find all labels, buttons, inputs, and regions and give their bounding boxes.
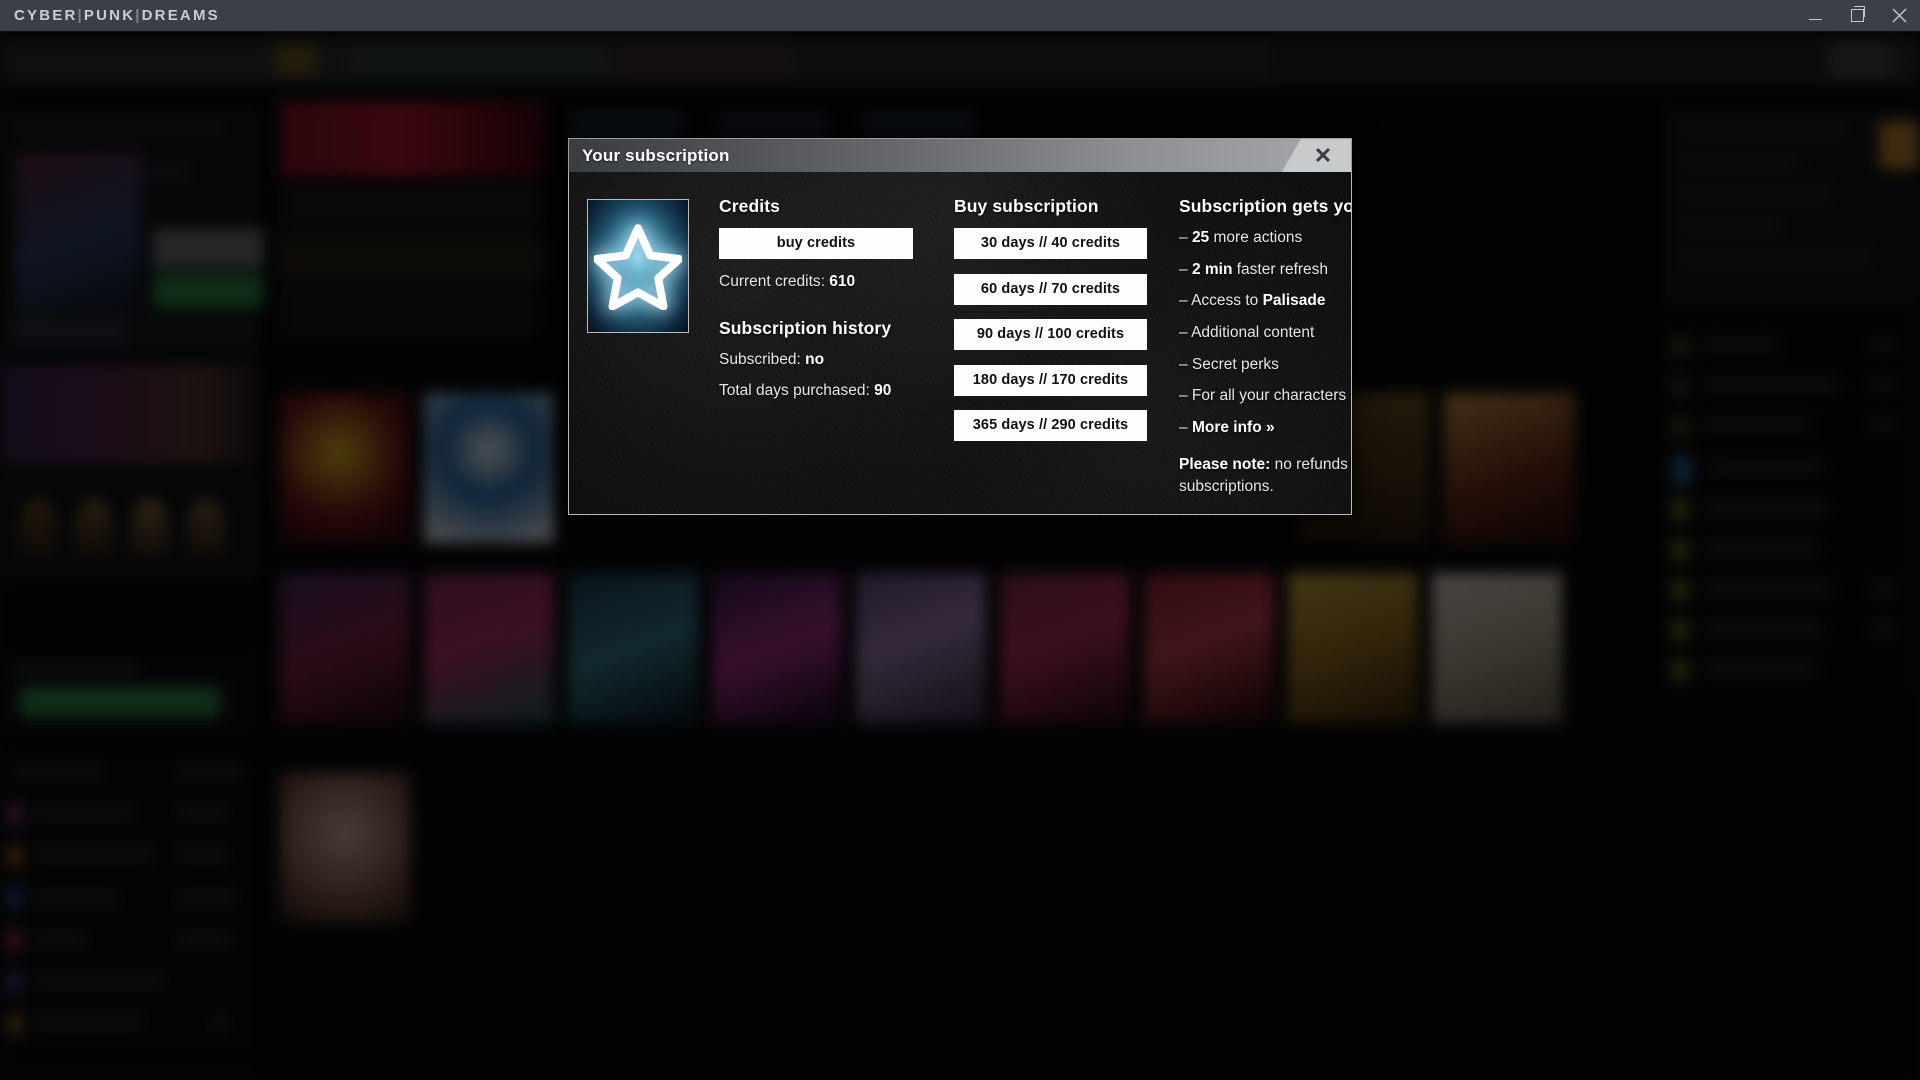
more-info-link[interactable]: – More info » — [1179, 418, 1351, 438]
buy-subscription-heading: Buy subscription — [954, 196, 1099, 216]
benefit-text: more actions — [1209, 229, 1303, 246]
modal-close-button[interactable]: ✕ — [1295, 139, 1351, 173]
window-close-button[interactable] — [1878, 0, 1920, 31]
close-icon: ✕ — [1313, 143, 1333, 168]
subscription-option-60[interactable]: 60 days // 70 credits — [954, 273, 1147, 305]
subscribed-label: Subscribed: — [719, 350, 801, 368]
buy-subscription-column: Buy subscription 30 days // 40 credits 6… — [954, 196, 1169, 498]
brand-punk: PUNK — [83, 7, 136, 24]
modal-columns: Credits buy credits Current credits: 610… — [569, 172, 1351, 498]
modal-title: Your subscription — [582, 145, 730, 165]
subscription-star-image — [587, 199, 689, 333]
modal-titlebar: Your subscription ✕ — [568, 138, 1352, 173]
subscription-option-365[interactable]: 365 days // 290 credits — [954, 410, 1147, 441]
benefit-emphasis: 25 — [1191, 229, 1210, 246]
brand-cyber: CYBER — [14, 7, 78, 24]
minimize-button[interactable] — [1794, 0, 1836, 31]
note-emphasis: Please note: — [1179, 455, 1271, 473]
more-info-dash: – — [1179, 418, 1192, 436]
total-days-value: 90 — [874, 381, 892, 399]
maximize-icon — [1850, 6, 1865, 22]
credits-heading: Credits — [719, 196, 780, 216]
benefits-heading: Subscription gets you: — [1179, 196, 1352, 216]
benefit-dash: – — [1179, 260, 1192, 278]
benefit-emphasis: 2 min — [1191, 260, 1233, 278]
benefit-emphasis: Palisade — [1262, 292, 1326, 310]
current-credits-label: Current credits: — [719, 273, 825, 290]
more-info-label: More info » — [1191, 418, 1275, 436]
benefit-palisade-access: – Access to Palisade — [1179, 291, 1351, 311]
benefit-additional-content: – Additional content — [1179, 323, 1351, 343]
benefit-faster-refresh: – 2 min faster refresh — [1179, 260, 1351, 280]
subscription-history-heading: Subscription history — [719, 317, 892, 338]
subscription-option-30[interactable]: 30 days // 40 credits — [954, 228, 1147, 259]
benefit-text: – Additional content — [1179, 323, 1315, 341]
current-credits-value: 610 — [829, 273, 856, 290]
star-icon — [594, 224, 682, 310]
minimize-icon — [1808, 19, 1822, 20]
subscription-options-list: 30 days // 40 credits 60 days // 70 cred… — [954, 228, 1169, 441]
subscribed-row: Subscribed: no — [719, 350, 944, 371]
benefit-text: – Access to — [1179, 292, 1263, 310]
benefit-dash: – — [1179, 229, 1192, 246]
benefit-secret-perks: – Secret perks — [1179, 355, 1351, 375]
subscription-modal: Your subscription ✕ Credits buy credits — [568, 138, 1352, 515]
total-days-label: Total days purchased: — [719, 381, 870, 399]
credits-column: Credits buy credits Current credits: 610… — [719, 196, 944, 498]
app-brand-logo: CYBER|PUNK|DREAMS — [14, 7, 220, 24]
benefit-all-characters: – For all your characters — [1179, 386, 1351, 406]
os-titlebar: CYBER|PUNK|DREAMS — [0, 0, 1920, 32]
benefit-text: – For all your characters — [1179, 387, 1347, 405]
total-days-row: Total days purchased: 90 — [719, 381, 944, 402]
benefit-more-actions: – 25 more actions — [1179, 228, 1351, 248]
current-credits-row: Current credits: 610 — [719, 272, 944, 293]
modal-body: Credits buy credits Current credits: 610… — [568, 172, 1352, 515]
subscribed-value: no — [805, 350, 825, 368]
buy-credits-button[interactable]: buy credits — [719, 228, 913, 259]
application-window: CYBER|PUNK|DREAMS Your subscription ✕ Cr… — [0, 0, 1920, 1080]
close-icon — [1892, 8, 1906, 23]
subscription-option-180[interactable]: 180 days // 170 credits — [954, 364, 1147, 396]
maximize-button[interactable] — [1836, 0, 1878, 31]
window-controls — [1794, 0, 1920, 31]
benefit-text: faster refresh — [1232, 260, 1329, 278]
refund-note: Please note: no refunds on subscriptions… — [1179, 454, 1351, 498]
benefit-text: – Secret perks — [1179, 355, 1279, 373]
subscription-option-90[interactable]: 90 days // 100 credits — [954, 319, 1147, 350]
benefits-column: Subscription gets you: – 25 more actions… — [1179, 196, 1352, 498]
brand-dreams: DREAMS — [141, 7, 220, 24]
